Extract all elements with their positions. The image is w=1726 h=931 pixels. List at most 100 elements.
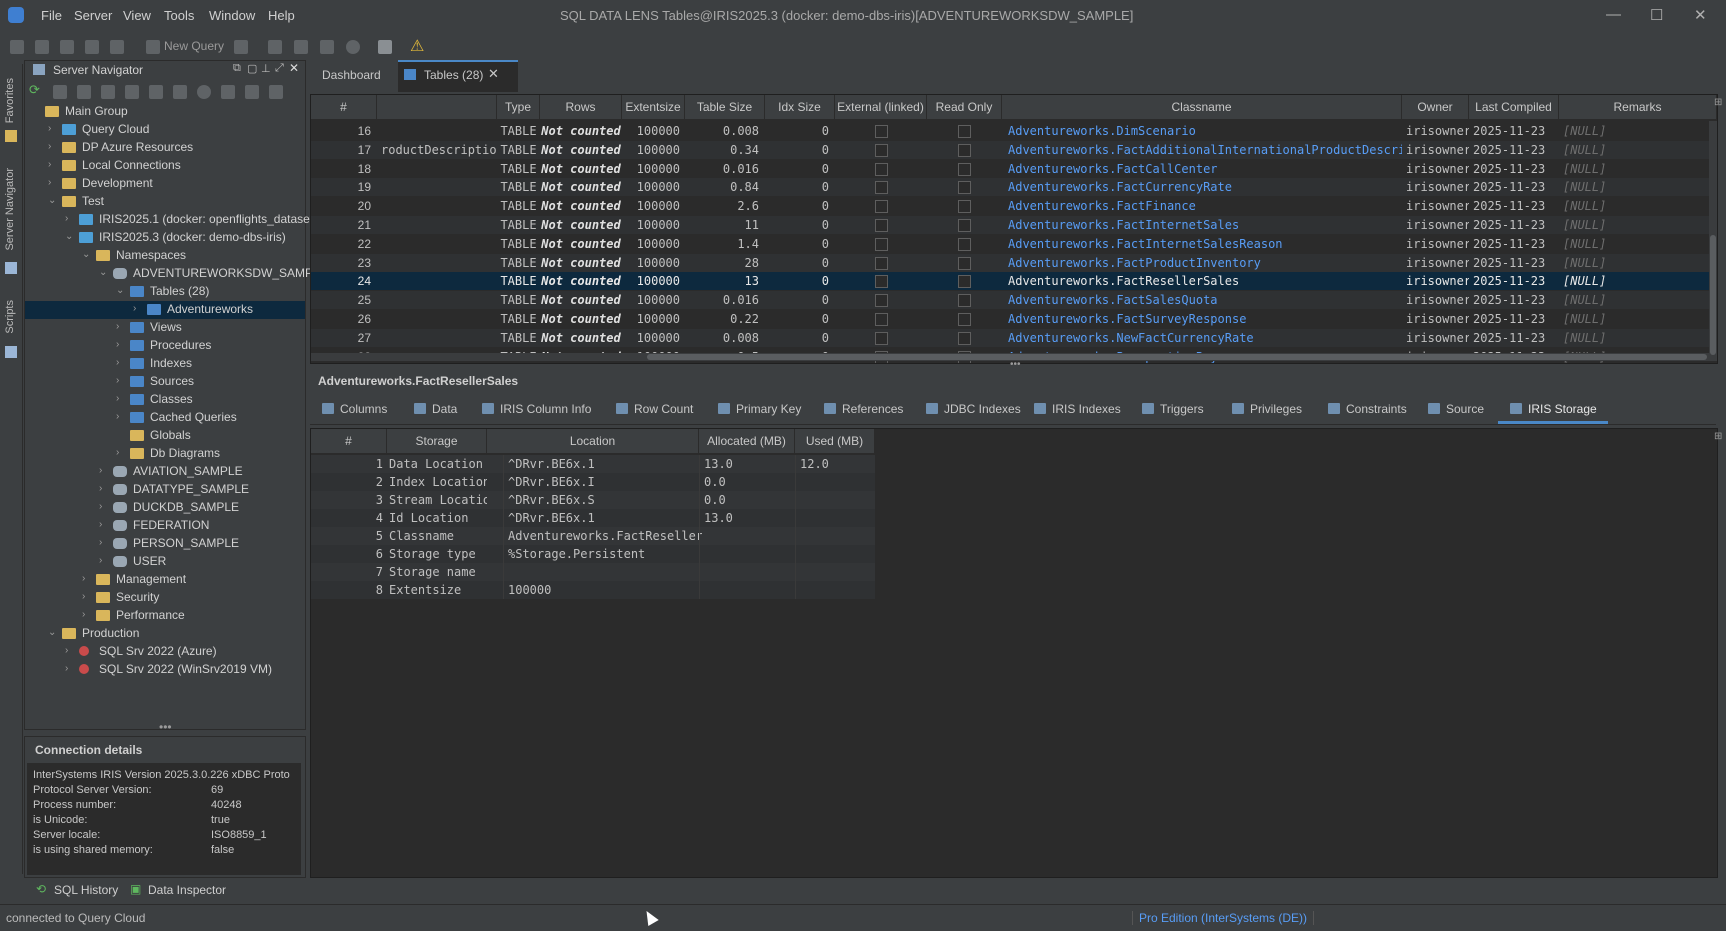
- detail-tab[interactable]: IRIS Indexes: [1034, 402, 1121, 416]
- disconnect-icon[interactable]: [35, 40, 49, 54]
- nav-tool-3-icon[interactable]: [101, 85, 115, 99]
- server-navigator-tab[interactable]: Server Navigator: [4, 168, 16, 251]
- tools-icon[interactable]: [85, 40, 99, 54]
- menu-help[interactable]: Help: [268, 8, 295, 23]
- tree-item[interactable]: › Classes: [25, 391, 305, 409]
- classname-link[interactable]: Adventureworks.FactFinance: [1008, 197, 1402, 215]
- person-icon[interactable]: [268, 40, 282, 54]
- tree-item[interactable]: › Indexes: [25, 355, 305, 373]
- favorites-tab[interactable]: Favorites: [4, 78, 16, 123]
- panel-minimize-icon[interactable]: ▢: [247, 62, 257, 75]
- detail-tab[interactable]: JDBC Indexes: [926, 402, 1021, 416]
- external-checkbox[interactable]: [875, 275, 888, 289]
- column-header[interactable]: Read Only: [927, 95, 1002, 119]
- new-query-button[interactable]: New Query: [164, 39, 224, 53]
- chevron-icon[interactable]: ›: [116, 447, 119, 458]
- table-row[interactable]: 20 TABLE Not counted 100000 2.6 0 Adventurewor…: [311, 197, 1717, 215]
- nav-tool-1-icon[interactable]: [53, 85, 67, 99]
- tree-item[interactable]: › PERSON_SAMPLE: [25, 535, 305, 553]
- chevron-icon[interactable]: ⌄: [65, 231, 73, 242]
- chevron-icon[interactable]: ›: [48, 177, 51, 188]
- detail-tab[interactable]: IRIS Storage: [1510, 402, 1597, 416]
- new-query-icon[interactable]: [146, 40, 160, 54]
- tree-item[interactable]: › AVIATION_SAMPLE: [25, 463, 305, 481]
- nav-tool-7-icon[interactable]: [197, 85, 211, 99]
- open-file-icon[interactable]: [234, 40, 248, 54]
- chevron-icon[interactable]: ›: [82, 591, 85, 602]
- chevron-icon[interactable]: ›: [116, 321, 119, 332]
- table-row[interactable]: 21 TABLE Not counted 100000 11 0 Adventurework…: [311, 216, 1717, 234]
- nav-tool-8-icon[interactable]: [221, 85, 235, 99]
- readonly-checkbox[interactable]: [958, 237, 971, 251]
- sort-desc-icon[interactable]: [269, 85, 283, 99]
- tree-item[interactable]: › FEDERATION: [25, 517, 305, 535]
- chevron-icon[interactable]: ›: [116, 393, 119, 404]
- tree-item[interactable]: ⌄ Namespaces: [25, 247, 305, 265]
- chevron-icon[interactable]: ⌄: [48, 627, 56, 638]
- edition-link[interactable]: Pro Edition (InterSystems (DE)): [1132, 911, 1315, 925]
- detail-tab[interactable]: Columns: [322, 402, 387, 416]
- tree-item[interactable]: ⌄ Test: [25, 193, 305, 211]
- detail-tab[interactable]: Constraints: [1328, 402, 1407, 416]
- storage-column-header[interactable]: Storage: [387, 429, 487, 453]
- readonly-checkbox[interactable]: [958, 219, 971, 232]
- table-row[interactable]: 27 TABLE Not counted 100000 0.008 0 Adventurew…: [311, 328, 1717, 347]
- grid-settings-icon[interactable]: ⊞: [1714, 97, 1722, 108]
- tree-item[interactable]: › Procedures: [25, 337, 305, 355]
- chevron-icon[interactable]: ⌄: [48, 195, 56, 206]
- readonly-checkbox[interactable]: [958, 181, 971, 195]
- table-row[interactable]: 22 TABLE Not counted 100000 1.4 0 Adventurewor…: [311, 235, 1717, 253]
- nav-tool-2-icon[interactable]: [77, 85, 91, 99]
- classname-link[interactable]: Adventureworks.DimScenario: [1008, 122, 1402, 140]
- column-header[interactable]: Type: [497, 95, 540, 119]
- chevron-icon[interactable]: ›: [116, 357, 119, 368]
- splitter-handle-2-icon[interactable]: •••: [1010, 359, 1021, 370]
- tree-item[interactable]: › Performance: [25, 607, 305, 625]
- storage-column-header[interactable]: Used (MB): [795, 429, 875, 453]
- tree-item[interactable]: › Db Diagrams: [25, 445, 305, 463]
- external-checkbox[interactable]: [875, 313, 888, 326]
- external-checkbox[interactable]: [875, 125, 888, 138]
- classname-link[interactable]: Adventureworks.FactProductInventory: [1008, 254, 1402, 272]
- storage-column-header[interactable]: Location: [487, 429, 699, 453]
- chevron-icon[interactable]: ›: [65, 213, 68, 224]
- classname-link[interactable]: Adventureworks.FactCallCenter: [1008, 160, 1402, 178]
- tree-item[interactable]: › SQL Srv 2022 (WinSrv2019 VM): [25, 661, 305, 679]
- column-header[interactable]: Idx Size: [765, 95, 835, 119]
- external-checkbox[interactable]: [875, 294, 888, 308]
- chevron-icon[interactable]: ›: [99, 465, 102, 476]
- readonly-checkbox[interactable]: [958, 162, 971, 176]
- tree-item[interactable]: › USER: [25, 553, 305, 571]
- tree-item[interactable]: › DP Azure Resources: [25, 139, 305, 157]
- tree-item[interactable]: › Sources: [25, 373, 305, 391]
- classname-link[interactable]: Adventureworks.FactCurrencyRate: [1008, 178, 1402, 196]
- panel-float-icon[interactable]: ⧉: [233, 62, 241, 75]
- external-checkbox[interactable]: [875, 143, 888, 157]
- column-header[interactable]: [377, 95, 497, 119]
- chevron-icon[interactable]: ⌄: [82, 249, 90, 260]
- readonly-checkbox[interactable]: [958, 313, 971, 326]
- readonly-checkbox[interactable]: [958, 256, 971, 270]
- detail-tab[interactable]: References: [824, 402, 903, 416]
- chevron-icon[interactable]: ›: [99, 501, 102, 512]
- classname-link[interactable]: Adventureworks.FactSurveyResponse: [1008, 310, 1402, 328]
- chevron-icon[interactable]: ›: [82, 609, 85, 620]
- storage-row[interactable]: 8 Extentsize 100000: [311, 581, 875, 599]
- table-row[interactable]: 26 TABLE Not counted 100000 0.22 0 Adventurewo…: [311, 310, 1717, 328]
- classname-link[interactable]: Adventureworks.FactInternetSales: [1008, 216, 1402, 234]
- tree-item[interactable]: › Security: [25, 589, 305, 607]
- classname-link[interactable]: Adventureworks.FactAdditionalInternation…: [1008, 141, 1402, 159]
- close-window-button[interactable]: ✕: [1694, 6, 1707, 24]
- horizontal-scrollbar-thumb[interactable]: [647, 354, 1707, 360]
- chevron-icon[interactable]: ›: [48, 159, 51, 170]
- tree-item[interactable]: Main Group: [25, 103, 305, 121]
- column-header[interactable]: Remarks: [1559, 95, 1717, 119]
- tree-item[interactable]: › IRIS2025.1 (docker: openflights_dataset…: [25, 211, 317, 229]
- chevron-icon[interactable]: ›: [48, 123, 51, 134]
- column-header[interactable]: External (linked): [835, 95, 927, 119]
- storage-row[interactable]: 4 Id Location ^DRvr.BE6x.1 13.0: [311, 509, 875, 527]
- chevron-icon[interactable]: ⌄: [116, 285, 124, 296]
- table-row[interactable]: 19 TABLE Not counted 100000 0.84 0 Adventurewo…: [311, 178, 1717, 197]
- classname-link[interactable]: Adventureworks.FactResellerSales: [1008, 272, 1402, 290]
- table-row[interactable]: 23 TABLE Not counted 100000 28 0 Adventurework…: [311, 253, 1717, 272]
